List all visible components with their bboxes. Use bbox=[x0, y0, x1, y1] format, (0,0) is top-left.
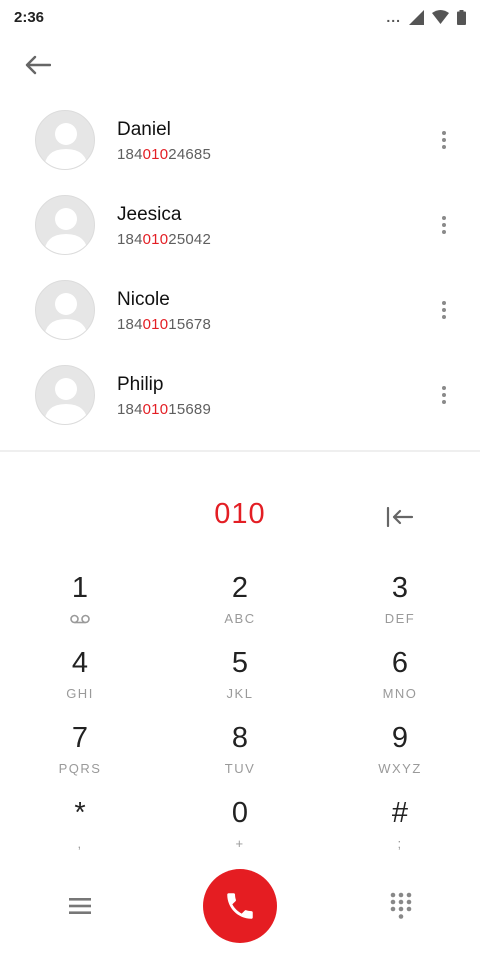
key-4[interactable]: 4 GHI bbox=[0, 647, 160, 722]
contact-list: Daniel 18401024685 Jeesica 18401025042 N… bbox=[0, 98, 480, 438]
keypad-row: 4 GHI 5 JKL 6 MNO bbox=[0, 647, 480, 722]
avatar bbox=[35, 365, 95, 425]
dialpad-icon bbox=[390, 892, 412, 919]
contact-name: Daniel bbox=[117, 119, 171, 140]
key-digit: 6 bbox=[391, 647, 409, 679]
person-icon bbox=[44, 378, 88, 424]
dialed-digits[interactable]: 010 bbox=[140, 498, 340, 531]
key-letters: , bbox=[77, 836, 83, 851]
more-vert-icon[interactable] bbox=[432, 211, 456, 239]
contact-name: Jeesica bbox=[117, 204, 182, 225]
key-digit: 5 bbox=[231, 647, 249, 679]
key-9[interactable]: 9 WXYZ bbox=[320, 722, 480, 797]
cell-signal-icon bbox=[409, 9, 424, 25]
number-match: 010 bbox=[142, 316, 169, 333]
person-icon bbox=[44, 208, 88, 254]
backspace-button[interactable] bbox=[382, 502, 418, 532]
dialpad-toggle-button[interactable] bbox=[383, 888, 419, 924]
key-letters: JKL bbox=[226, 686, 254, 701]
keypad: 1 2 ABC 3 DEF 4 GHI 5 JKL 6 MNO 7 PQRS 8… bbox=[0, 572, 480, 872]
contact-number: 18401015678 bbox=[117, 316, 211, 333]
number-prefix: 184 bbox=[117, 231, 143, 248]
number-suffix: 15689 bbox=[168, 401, 211, 418]
key-letters: GHI bbox=[66, 686, 94, 701]
number-suffix: 15678 bbox=[168, 316, 211, 333]
status-bar: 2:36 ... bbox=[0, 0, 480, 34]
key-letters: ABC bbox=[224, 611, 256, 626]
notification-dots: ... bbox=[386, 9, 401, 25]
avatar bbox=[35, 110, 95, 170]
arrow-left-icon bbox=[25, 55, 51, 75]
key-3[interactable]: 3 DEF bbox=[320, 572, 480, 647]
key-2[interactable]: 2 ABC bbox=[160, 572, 320, 647]
avatar bbox=[35, 280, 95, 340]
key-star[interactable]: * , bbox=[0, 797, 160, 872]
key-digit: # bbox=[391, 797, 409, 829]
key-5[interactable]: 5 JKL bbox=[160, 647, 320, 722]
key-digit: 8 bbox=[231, 722, 249, 754]
keypad-row: 1 2 ABC 3 DEF bbox=[0, 572, 480, 647]
key-letters: TUV bbox=[224, 761, 256, 776]
key-letters: PQRS bbox=[58, 761, 102, 776]
key-7[interactable]: 7 PQRS bbox=[0, 722, 160, 797]
person-icon bbox=[44, 123, 88, 169]
key-0[interactable]: 0 + bbox=[160, 797, 320, 872]
key-hash[interactable]: # ; bbox=[320, 797, 480, 872]
more-vert-icon[interactable] bbox=[432, 296, 456, 324]
wifi-icon bbox=[432, 10, 449, 24]
key-1[interactable]: 1 bbox=[0, 572, 160, 647]
key-8[interactable]: 8 TUV bbox=[160, 722, 320, 797]
key-digit: 7 bbox=[71, 722, 89, 754]
backspace-icon bbox=[386, 507, 414, 527]
person-icon bbox=[44, 293, 88, 339]
contact-row-daniel[interactable]: Daniel 18401024685 bbox=[0, 98, 480, 183]
menu-icon bbox=[69, 898, 91, 914]
key-letters: + bbox=[235, 836, 245, 851]
contact-number: 18401024685 bbox=[117, 146, 211, 163]
keypad-row: * , 0 + # ; bbox=[0, 797, 480, 872]
key-digit: 9 bbox=[391, 722, 409, 754]
number-prefix: 184 bbox=[117, 316, 143, 333]
battery-icon bbox=[457, 9, 466, 25]
number-prefix: 184 bbox=[117, 401, 143, 418]
key-letters: MNO bbox=[382, 686, 418, 701]
contact-name: Philip bbox=[117, 374, 164, 395]
key-digit: 1 bbox=[71, 572, 89, 604]
number-match: 010 bbox=[142, 231, 169, 248]
phone-icon bbox=[227, 893, 253, 919]
more-vert-icon[interactable] bbox=[432, 126, 456, 154]
keypad-row: 7 PQRS 8 TUV 9 WXYZ bbox=[0, 722, 480, 797]
key-digit: 4 bbox=[71, 647, 89, 679]
number-prefix: 184 bbox=[117, 146, 143, 163]
contact-number: 18401015689 bbox=[117, 401, 211, 418]
divider bbox=[0, 450, 480, 452]
key-digit: 0 bbox=[231, 797, 249, 829]
more-vert-icon[interactable] bbox=[432, 381, 456, 409]
menu-button[interactable] bbox=[62, 888, 98, 924]
contact-name: Nicole bbox=[117, 289, 170, 310]
status-time: 2:36 bbox=[14, 9, 45, 26]
contact-number: 18401025042 bbox=[117, 231, 211, 248]
back-button[interactable] bbox=[20, 50, 56, 80]
key-6[interactable]: 6 MNO bbox=[320, 647, 480, 722]
number-suffix: 24685 bbox=[168, 146, 211, 163]
key-letters: DEF bbox=[384, 611, 416, 626]
key-digit: * bbox=[74, 797, 86, 829]
key-digit: 3 bbox=[391, 572, 409, 604]
call-button[interactable] bbox=[203, 869, 277, 943]
voicemail-icon bbox=[70, 614, 90, 624]
status-icons: ... bbox=[386, 9, 466, 25]
contact-row-philip[interactable]: Philip 18401015689 bbox=[0, 353, 480, 438]
contact-row-jeesica[interactable]: Jeesica 18401025042 bbox=[0, 183, 480, 268]
key-digit: 2 bbox=[231, 572, 249, 604]
number-suffix: 25042 bbox=[168, 231, 211, 248]
key-letters: ; bbox=[397, 836, 403, 851]
key-letters: WXYZ bbox=[378, 761, 422, 776]
avatar bbox=[35, 195, 95, 255]
number-match: 010 bbox=[142, 146, 169, 163]
contact-row-nicole[interactable]: Nicole 18401015678 bbox=[0, 268, 480, 353]
number-match: 010 bbox=[142, 401, 169, 418]
